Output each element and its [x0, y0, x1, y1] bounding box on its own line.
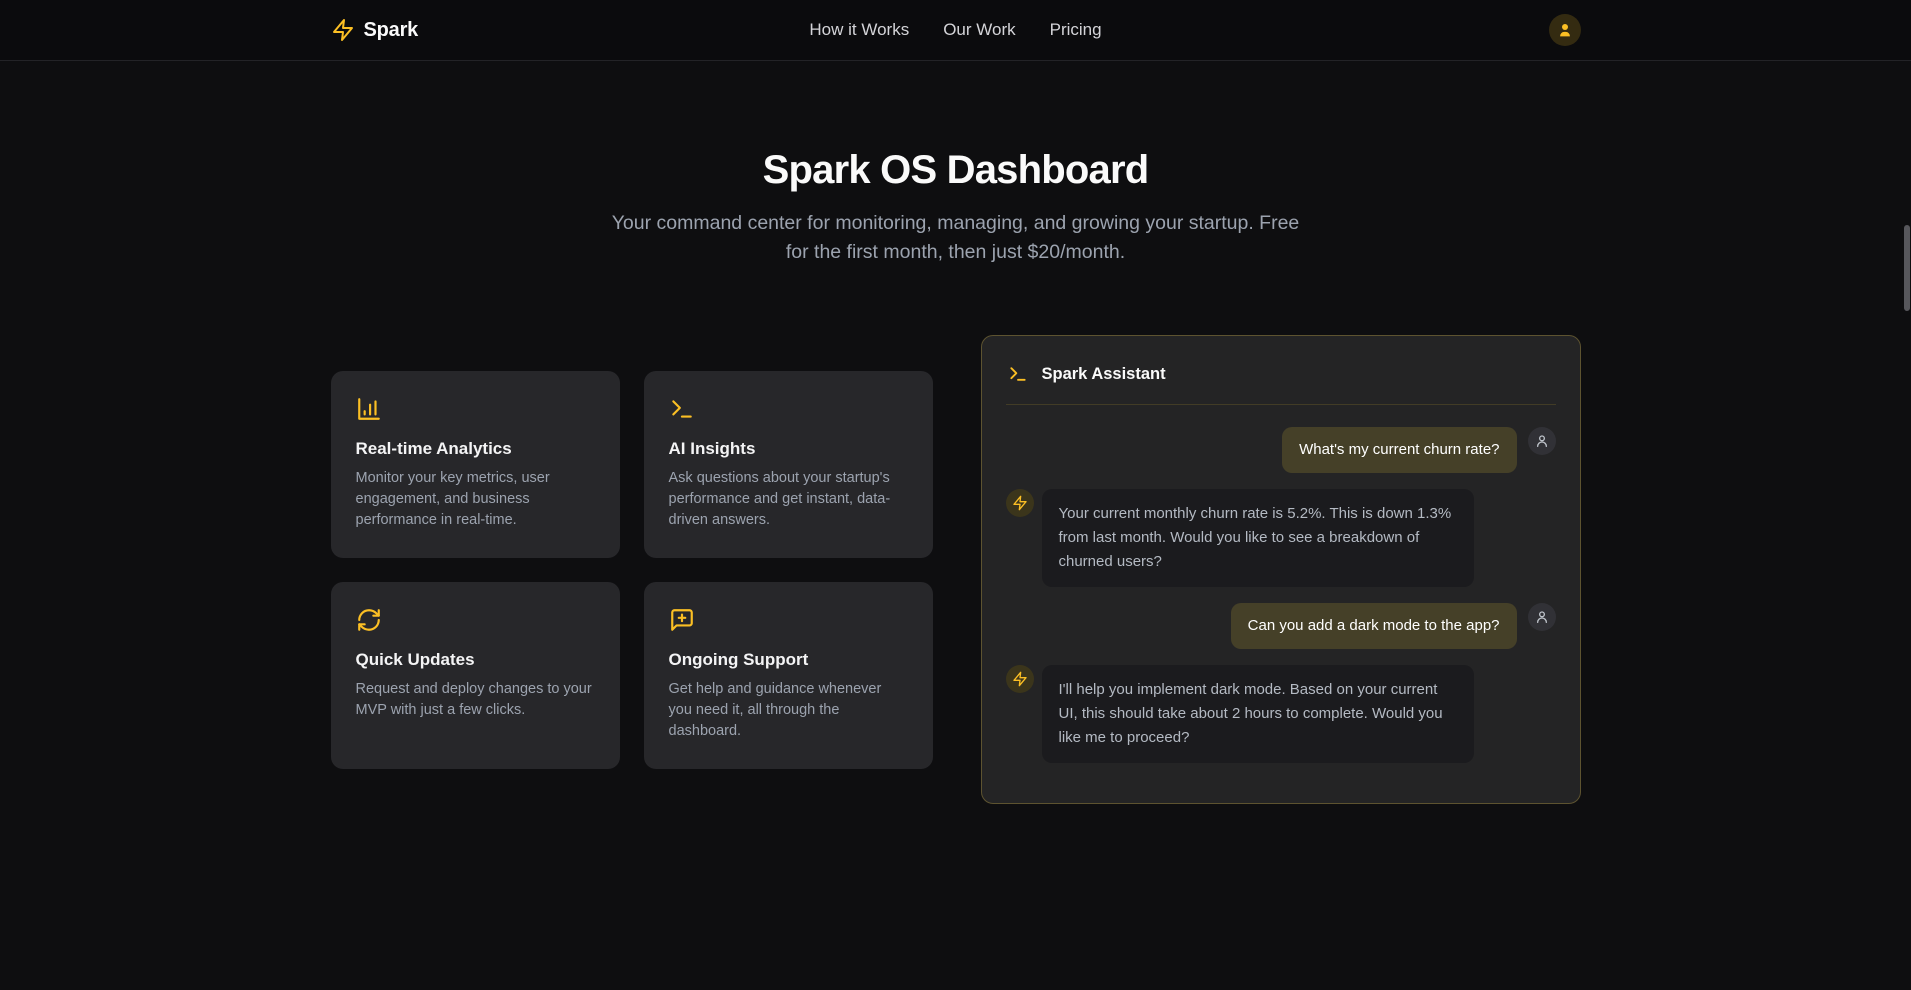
feature-title: Quick Updates [356, 650, 595, 670]
assistant-header: Spark Assistant [1006, 362, 1556, 405]
top-nav: Spark How it Works Our Work Pricing [0, 0, 1911, 61]
assistant-avatar [1006, 489, 1034, 517]
nav-link-pricing[interactable]: Pricing [1050, 20, 1102, 40]
lightning-bolt-icon [1012, 495, 1028, 511]
page-scrollbar-thumb[interactable] [1904, 225, 1910, 311]
brand-logo[interactable]: Spark [331, 18, 419, 42]
feature-card-ongoing-support: Ongoing Support Get help and guidance wh… [644, 582, 933, 769]
assistant-title: Spark Assistant [1042, 365, 1166, 384]
chat-message-user: Can you add a dark mode to the app? [1006, 603, 1556, 649]
chat-message-assistant: Your current monthly churn rate is 5.2%.… [1006, 489, 1556, 587]
feature-card-ai-insights: AI Insights Ask questions about your sta… [644, 371, 933, 558]
terminal-icon [1008, 364, 1028, 384]
user-avatar [1528, 603, 1556, 631]
feature-card-grid: Real-time Analytics Monitor your key met… [331, 371, 933, 769]
chat-message-list: What's my current churn rate? Your curre… [1006, 405, 1556, 763]
refresh-icon [356, 607, 382, 633]
assistant-message-bubble: I'll help you implement dark mode. Based… [1042, 665, 1474, 763]
user-icon [1534, 433, 1550, 449]
feature-title: Ongoing Support [669, 650, 908, 670]
chat-message-assistant: I'll help you implement dark mode. Based… [1006, 665, 1556, 763]
page-title: Spark OS Dashboard [0, 148, 1911, 193]
account-avatar-button[interactable] [1549, 14, 1581, 46]
hero-subtitle: Your command center for monitoring, mana… [606, 209, 1306, 267]
bar-chart-icon [356, 396, 382, 422]
user-icon [1556, 21, 1574, 39]
brand-name: Spark [364, 19, 419, 42]
hero-section: Spark OS Dashboard Your command center f… [0, 148, 1911, 267]
message-square-plus-icon [669, 607, 695, 633]
lightning-bolt-icon [331, 18, 355, 42]
assistant-message-bubble: Your current monthly churn rate is 5.2%.… [1042, 489, 1474, 587]
user-message-bubble: What's my current churn rate? [1282, 427, 1516, 473]
user-message-bubble: Can you add a dark mode to the app? [1231, 603, 1517, 649]
feature-title: Real-time Analytics [356, 439, 595, 459]
feature-title: AI Insights [669, 439, 908, 459]
feature-description: Request and deploy changes to your MVP w… [356, 679, 595, 721]
spark-assistant-panel: Spark Assistant What's my current churn … [981, 335, 1581, 804]
user-icon [1534, 609, 1550, 625]
feature-description: Get help and guidance whenever you need … [669, 679, 908, 742]
feature-card-quick-updates: Quick Updates Request and deploy changes… [331, 582, 620, 769]
feature-card-realtime-analytics: Real-time Analytics Monitor your key met… [331, 371, 620, 558]
nav-link-how-it-works[interactable]: How it Works [809, 20, 909, 40]
nav-link-our-work[interactable]: Our Work [943, 20, 1015, 40]
chat-message-user: What's my current churn rate? [1006, 427, 1556, 473]
nav-links: How it Works Our Work Pricing [809, 20, 1101, 40]
feature-description: Ask questions about your startup's perfo… [669, 468, 908, 531]
assistant-avatar [1006, 665, 1034, 693]
lightning-bolt-icon [1012, 671, 1028, 687]
main-content: Real-time Analytics Monitor your key met… [331, 335, 1581, 804]
terminal-icon [669, 396, 695, 422]
feature-description: Monitor your key metrics, user engagemen… [356, 468, 595, 531]
user-avatar [1528, 427, 1556, 455]
